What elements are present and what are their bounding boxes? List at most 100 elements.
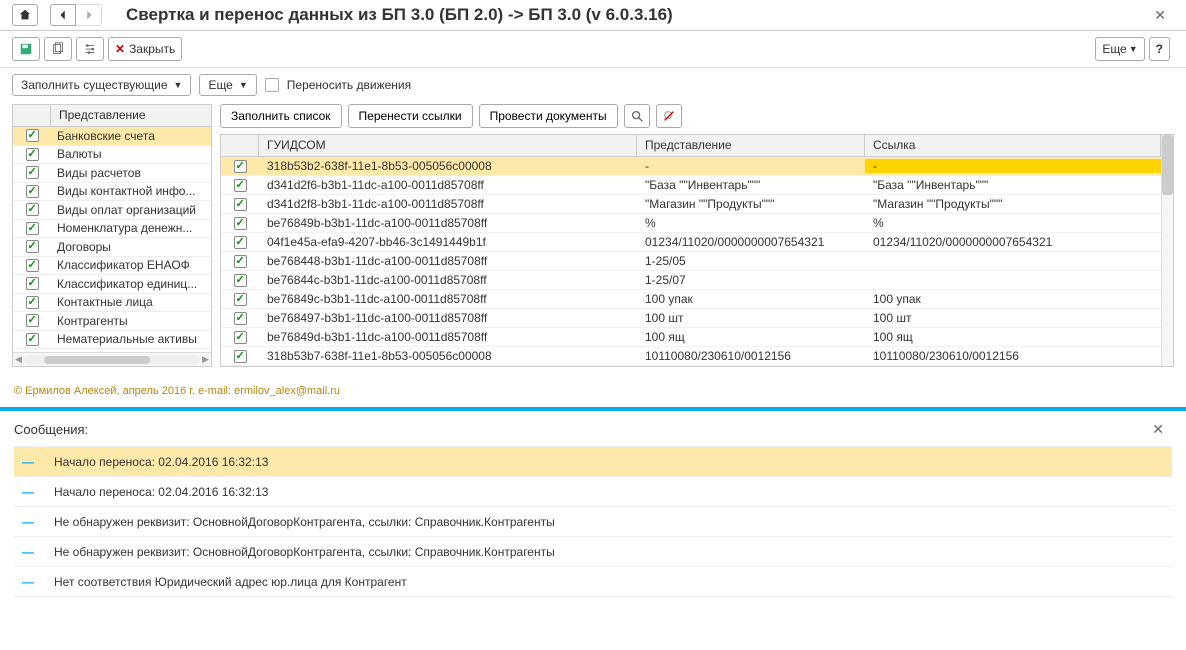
checkbox-icon[interactable] xyxy=(26,222,39,235)
cell-repr: "База ""Инвентарь""" xyxy=(637,178,865,192)
checkbox-icon[interactable] xyxy=(234,255,247,268)
home-button[interactable] xyxy=(12,4,38,26)
sub-toolbar: Заполнить существующие ▼ Еще ▼ Переносит… xyxy=(0,68,1186,104)
list-item[interactable]: Контрагенты xyxy=(13,312,211,331)
vertical-scrollbar[interactable] xyxy=(1161,135,1173,366)
message-text: Начало переноса: 02.04.2016 16:32:13 xyxy=(54,485,1164,499)
checkbox-icon[interactable] xyxy=(26,314,39,327)
caret-down-icon: ▼ xyxy=(1129,44,1138,54)
message-row[interactable]: —Начало переноса: 02.04.2016 16:32:13 xyxy=(14,447,1172,477)
table-row[interactable]: be76849c-b3b1-11dc-a100-0011d85708ff100 … xyxy=(221,290,1161,309)
help-button[interactable]: ? xyxy=(1149,37,1170,61)
table-row[interactable]: d341d2f8-b3b1-11dc-a100-0011d85708ff"Маг… xyxy=(221,195,1161,214)
clear-search-button[interactable] xyxy=(656,104,682,128)
message-row[interactable]: —Нет соответствия Юридический адрес юр.л… xyxy=(14,567,1172,597)
back-button[interactable] xyxy=(50,4,76,26)
checkbox-icon[interactable] xyxy=(234,179,247,192)
message-row[interactable]: —Не обнаружен реквизит: ОсновнойДоговорК… xyxy=(14,507,1172,537)
checkbox-icon[interactable] xyxy=(234,198,247,211)
checkbox-icon[interactable] xyxy=(234,331,247,344)
data-table: ГУИДСОМ Представление Ссылка 318b53b2-63… xyxy=(220,134,1174,367)
table-row[interactable]: 318b53b7-638f-11e1-8b53-005056c000081011… xyxy=(221,347,1161,366)
checkbox-icon[interactable] xyxy=(26,129,39,142)
checkbox-icon[interactable] xyxy=(234,160,247,173)
fill-existing-dropdown[interactable]: Заполнить существующие ▼ xyxy=(12,74,191,96)
forward-button[interactable] xyxy=(76,4,102,26)
settings-button[interactable] xyxy=(76,37,104,61)
table-row[interactable]: be768448-b3b1-11dc-a100-0011d85708ff1-25… xyxy=(221,252,1161,271)
close-form-button[interactable]: ✕ Закрыть xyxy=(108,37,182,61)
list-item[interactable]: Валюты xyxy=(13,146,211,165)
table-row[interactable]: d341d2f6-b3b1-11dc-a100-0011d85708ff"Баз… xyxy=(221,176,1161,195)
list-item[interactable]: Классификатор единиц... xyxy=(13,275,211,294)
table-row[interactable]: be76844c-b3b1-11dc-a100-0011d85708ff1-25… xyxy=(221,271,1161,290)
checkbox-icon[interactable] xyxy=(26,333,39,346)
dash-icon: — xyxy=(22,455,34,469)
checkbox-icon[interactable] xyxy=(26,240,39,253)
checkbox-icon[interactable] xyxy=(26,166,39,179)
checkbox-icon[interactable] xyxy=(234,293,247,306)
save-button[interactable] xyxy=(12,37,40,61)
checkbox-icon[interactable] xyxy=(234,274,247,287)
table-row[interactable]: be76849d-b3b1-11dc-a100-0011d85708ff100 … xyxy=(221,328,1161,347)
table-row[interactable]: be768497-b3b1-11dc-a100-0011d85708ff100 … xyxy=(221,309,1161,328)
sub-more-dropdown[interactable]: Еще ▼ xyxy=(199,74,256,96)
fill-list-button[interactable]: Заполнить список xyxy=(220,104,342,128)
checkbox-icon[interactable] xyxy=(234,236,247,249)
checkbox-icon[interactable] xyxy=(26,296,39,309)
list-item[interactable]: Контактные лица xyxy=(13,294,211,313)
message-text: Не обнаружен реквизит: ОсновнойДоговорКо… xyxy=(54,515,1164,529)
cell-guid: be76844c-b3b1-11dc-a100-0011d85708ff xyxy=(259,273,637,287)
list-item[interactable]: Банковские счета xyxy=(13,127,211,146)
transfer-movements-label: Переносить движения xyxy=(287,78,411,92)
list-item[interactable]: Номенклатура денежн... xyxy=(13,220,211,239)
checkbox-icon[interactable] xyxy=(26,148,39,161)
cell-guid: 318b53b2-638f-11e1-8b53-005056c00008 xyxy=(259,159,637,173)
transfer-links-button[interactable]: Перенести ссылки xyxy=(348,104,473,128)
more-button[interactable]: Еще ▼ xyxy=(1095,37,1144,61)
cell-link: % xyxy=(865,216,1161,230)
list-item[interactable]: Классификатор ЕНАОФ xyxy=(13,257,211,276)
checkbox-icon[interactable] xyxy=(234,312,247,325)
checkbox-icon[interactable] xyxy=(234,350,247,363)
list-item-label: Классификатор единиц... xyxy=(51,277,211,291)
caret-down-icon: ▼ xyxy=(174,80,183,90)
left-header: Представление xyxy=(13,105,211,127)
table-row[interactable]: be76849b-b3b1-11dc-a100-0011d85708ff%% xyxy=(221,214,1161,233)
table-row[interactable]: 318b53b2-638f-11e1-8b53-005056c00008-- xyxy=(221,157,1161,176)
cell-guid: be76849b-b3b1-11dc-a100-0011d85708ff xyxy=(259,216,637,230)
checkbox-icon[interactable] xyxy=(234,217,247,230)
table-row[interactable]: 04f1e45a-efa9-4207-bb46-3c1491449b1f0123… xyxy=(221,233,1161,252)
close-button[interactable]: ✕ xyxy=(1146,7,1174,24)
checkbox-icon[interactable] xyxy=(26,277,39,290)
message-row[interactable]: —Не обнаружен реквизит: ОсновнойДоговорК… xyxy=(14,537,1172,567)
process-docs-button[interactable]: Провести документы xyxy=(479,104,618,128)
list-item-label: Нематериальные активы xyxy=(51,332,211,346)
list-item[interactable]: Виды контактной инфо... xyxy=(13,183,211,202)
checkbox-icon[interactable] xyxy=(26,203,39,216)
list-item[interactable]: Виды расчетов xyxy=(13,164,211,183)
cell-guid: d341d2f8-b3b1-11dc-a100-0011d85708ff xyxy=(259,197,637,211)
list-item[interactable]: Нематериальные активы xyxy=(13,331,211,350)
list-item[interactable]: Договоры xyxy=(13,238,211,257)
arrow-right-icon xyxy=(82,8,96,22)
messages-title: Сообщения: xyxy=(14,422,1144,437)
checkbox-icon[interactable] xyxy=(26,259,39,272)
sub-more-label: Еще xyxy=(208,78,232,92)
copy-button[interactable] xyxy=(44,37,72,61)
search-icon xyxy=(630,109,644,123)
list-item-label: Контрагенты xyxy=(51,314,211,328)
copy-icon xyxy=(51,42,65,56)
cell-link: "База ""Инвентарь""" xyxy=(865,178,1161,192)
messages-close-button[interactable]: ✕ xyxy=(1144,421,1172,438)
left-horizontal-scrollbar[interactable]: ◀ ▶ xyxy=(13,352,211,366)
list-item-label: Договоры xyxy=(51,240,211,254)
transfer-movements-checkbox[interactable]: Переносить движения xyxy=(265,78,411,92)
search-button[interactable] xyxy=(624,104,650,128)
arrow-left-icon xyxy=(56,8,70,22)
credit-link[interactable]: © Ермилов Алексей, апрель 2016 г. e-mail… xyxy=(14,385,340,397)
list-item[interactable]: Виды оплат организаций xyxy=(13,201,211,220)
message-row[interactable]: —Начало переноса: 02.04.2016 16:32:13 xyxy=(14,477,1172,507)
checkbox-icon[interactable] xyxy=(26,185,39,198)
cell-guid: d341d2f6-b3b1-11dc-a100-0011d85708ff xyxy=(259,178,637,192)
